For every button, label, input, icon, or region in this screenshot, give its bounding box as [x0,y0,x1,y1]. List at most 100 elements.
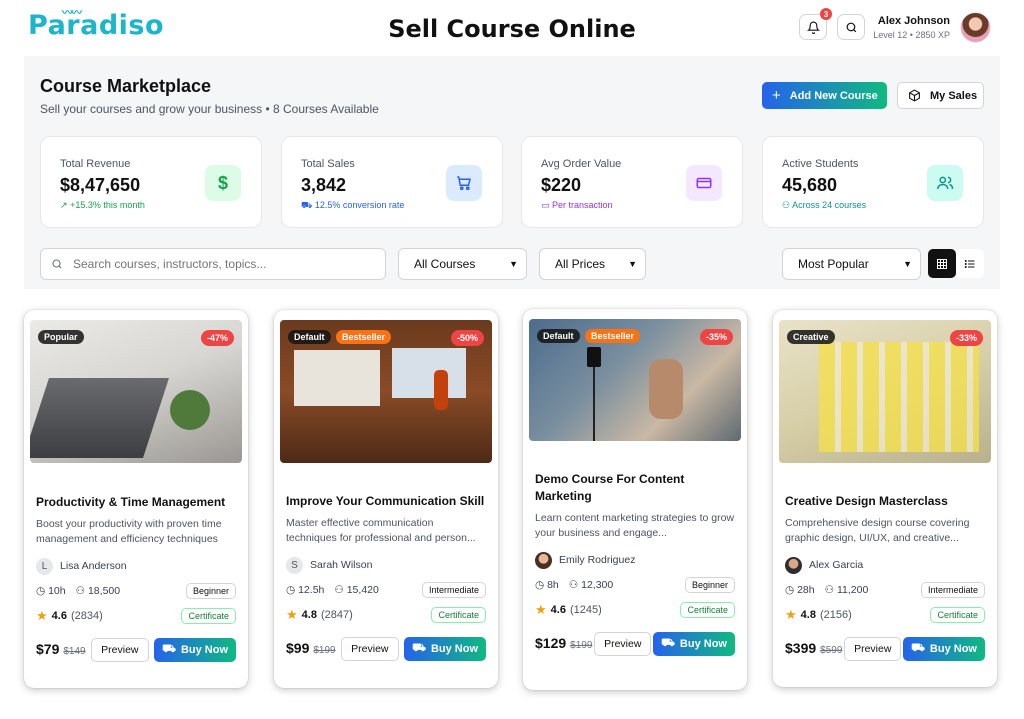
price: $79 [36,641,60,657]
course-description: Learn content marketing strategies to gr… [535,512,735,539]
category-select[interactable]: All Courses ▼ [398,248,527,280]
chevron-down-icon: ▼ [903,259,912,269]
cart-icon: ⛟ [162,643,176,655]
stat-value: $220 [541,175,582,195]
course-meta: ◷ 28h ⚇ 11,200 Intermediate [785,582,985,598]
discount-badge: -33% [949,330,983,346]
my-sales-button[interactable]: My Sales [897,82,984,109]
buy-now-button[interactable]: ⛟ Buy Now [154,638,236,662]
course-title[interactable]: Productivity & Time Management [36,494,236,511]
instructor: L Lisa Anderson [36,556,236,576]
users-icon: ⚇ [824,584,835,596]
preview-button[interactable]: Preview [844,637,902,661]
instructor-name: Emily Rodriguez [559,554,636,566]
clock-icon: ◷ [535,579,545,591]
star-icon: ★ [36,608,48,623]
add-new-course-button[interactable]: + Add New Course [762,82,887,109]
instructor-avatar [785,556,802,574]
users-icon [927,165,963,201]
course-meta: ◷ 8h ⚇ 12,300 Beginner [535,577,735,593]
stat-card-avg-order: Avg Order Value $220 ▭ Per transaction [521,136,743,228]
buy-now-button[interactable]: ⛟ Buy Now [653,632,735,656]
instructor: Emily Rodriguez [535,550,735,570]
plus-icon: + [772,87,781,104]
certificate-badge: Certificate [181,608,236,624]
course-card[interactable]: Default Bestseller -35% Demo Course For … [523,309,747,690]
notifications-button[interactable]: 3 [799,8,832,40]
discount-badge: -35% [699,329,733,345]
course-title[interactable]: Improve Your Communication Skill [286,493,486,510]
price: $399 [785,640,817,656]
list-view-button[interactable] [956,249,984,278]
course-rating: ★ 4.6 (2834) Certificate [36,608,236,624]
discount-badge: -50% [450,330,484,346]
cart-icon: ⛟ [661,637,675,649]
clock-icon: ◷ [36,585,46,597]
level-badge: Intermediate [421,582,486,598]
level-badge: Beginner [185,583,236,599]
star-icon: ★ [535,602,547,617]
laptop-image [30,378,169,458]
course-thumbnail: Default Bestseller -35% [529,319,741,441]
user-name: Alex Johnson [877,15,950,27]
course-meta: ◷ 12.5h ⚇ 15,420 Intermediate [286,582,486,598]
marketplace-title: Course Marketplace [40,76,212,96]
cart-small-icon: ⛟ [301,200,313,210]
preview-button[interactable]: Preview [341,637,399,661]
buy-now-button[interactable]: ⛟ Buy Now [404,637,486,661]
user-avatar[interactable] [960,12,991,43]
user-info[interactable]: Alex Johnson Level 12 • 2850 XP [873,15,950,40]
price-row: $129 $199 Preview ⛟ Buy Now [535,632,735,656]
preview-button[interactable]: Preview [91,638,149,662]
camera-image [587,347,601,367]
sort-select[interactable]: Most Popular ▼ [782,248,921,280]
course-description: Comprehensive design course covering gra… [785,517,970,544]
course-tag: Popular [38,330,84,344]
list-icon [964,259,975,268]
buy-now-button[interactable]: ⛟ Buy Now [903,637,985,661]
level-badge: Intermediate [920,582,985,598]
course-title[interactable]: Creative Design Masterclass [785,493,985,510]
course-rating: ★ 4.6 (1245) Certificate [535,602,735,618]
old-price: $199 [570,640,593,651]
marketplace-subtitle: Sell your courses and grow your business… [40,102,379,116]
price-select[interactable]: All Prices ▼ [539,248,646,280]
stat-card-revenue: Total Revenue $8,47,650 ↗ +15.3% this mo… [40,136,262,228]
stat-note: ↗ +15.3% this month [60,200,145,210]
bell-icon [806,21,820,34]
course-thumbnail: Default Bestseller -50% [280,320,492,463]
stat-card-students: Active Students 45,680 ⚇ Across 24 cours… [762,136,984,228]
instructor: Alex Garcia [785,555,985,575]
course-card[interactable]: Default Bestseller -50% Improve Your Com… [274,310,498,688]
search-field[interactable] [40,248,386,280]
course-card[interactable]: Popular -47% Productivity & Time Managem… [24,310,248,688]
speaker-image [434,370,448,410]
instructor-name: Lisa Anderson [60,560,127,572]
grid-view-button[interactable] [928,249,956,278]
course-title[interactable]: Demo Course For Content Marketing [535,471,735,505]
stat-value: 3,842 [301,175,347,195]
cart-icon: ⛟ [412,642,426,654]
search-icon [846,22,856,32]
certificate-badge: Certificate [680,602,735,618]
grid-icon [937,258,947,269]
whiteboard-image [294,350,380,406]
instructor-avatar: L [36,557,53,575]
stat-note: ⚇ Across 24 courses [782,200,867,210]
search-button[interactable] [837,14,865,40]
course-thumbnail: Popular -47% [30,320,242,463]
instructor-avatar [535,551,552,569]
search-input[interactable] [73,257,373,271]
course-card[interactable]: Creative -33% Creative Design Masterclas… [773,310,997,687]
instructor-avatar: S [286,556,303,574]
user-level: Level 12 • 2850 XP [873,30,950,40]
certificate-badge: Certificate [930,607,985,623]
dollar-icon: $ [205,165,241,201]
person-image [649,359,683,419]
preview-button[interactable]: Preview [594,632,652,656]
box-icon [909,89,920,102]
price: $99 [286,640,310,656]
stat-note: ▭ Per transaction [541,200,613,210]
course-tag: Default [537,329,580,343]
clock-icon: ◷ [785,584,795,596]
